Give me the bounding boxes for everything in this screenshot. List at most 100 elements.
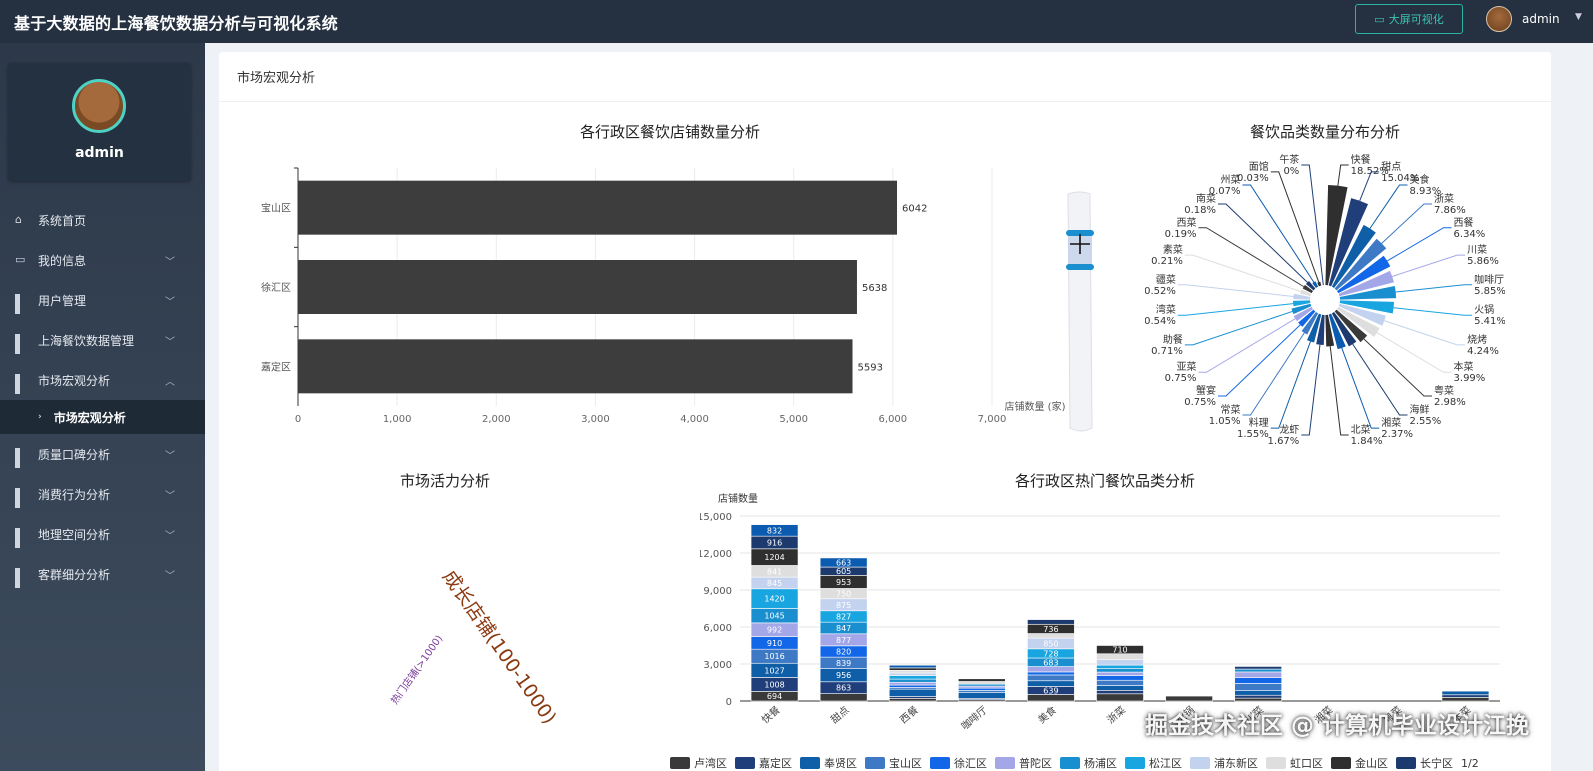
stack-segment — [1027, 666, 1075, 673]
slice-pct-label: 7.86% — [1434, 205, 1466, 216]
legend-item[interactable]: 长宁区 — [1396, 755, 1453, 771]
legend-item[interactable]: 宝山区 — [865, 755, 922, 771]
legend-item[interactable]: 卢湾区 — [670, 755, 727, 771]
sidebar-subitem-market-analysis[interactable]: › 市场宏观分析 — [0, 400, 205, 434]
caret-down-icon[interactable]: ▼ — [1575, 12, 1582, 22]
stack-segment — [1234, 697, 1282, 702]
y-axis-label: 店铺数量 — [718, 492, 758, 505]
bigscreen-button[interactable]: ▭ 大屏可视化 — [1355, 4, 1463, 34]
user-name[interactable]: admin — [1522, 12, 1560, 26]
label-line — [1395, 284, 1473, 293]
legend-swatch — [670, 757, 690, 769]
wordcloud-word-hot: 热门店铺(>1000) — [388, 632, 446, 706]
sidebar-item-my-info[interactable]: ▭ 我的信息 ﹀ — [0, 240, 205, 280]
slice-name-label: 咖啡厅 — [1474, 274, 1504, 286]
stack-segment — [1096, 679, 1144, 686]
label-line — [1177, 303, 1294, 316]
card-icon: ▭ — [15, 253, 26, 266]
zoom-slider[interactable] — [1062, 188, 1102, 438]
legend-swatch — [800, 757, 820, 769]
legend-swatch — [930, 757, 950, 769]
slice-pct-label: 6.34% — [1454, 229, 1486, 240]
sidebar-item-customer-analysis[interactable]: 客群细分分析 ﹀ — [0, 554, 205, 594]
sidebar-menu: ⌂ 系统首页 ▭ 我的信息 ﹀ 用户管理 ﹀ 上海餐饮数据管理 ﹀ 市场宏观分析… — [0, 200, 205, 594]
x-axis-label: 店铺数量 (家) — [1005, 400, 1066, 413]
sidebar-item-label: 质量口碑分析 — [38, 447, 111, 462]
label-line — [1341, 347, 1380, 429]
legend-page-indicator: 1/2 — [1461, 756, 1479, 770]
legend-item[interactable]: 徐汇区 — [930, 755, 987, 771]
profile-avatar — [72, 79, 126, 133]
user-avatar[interactable] — [1486, 6, 1512, 32]
slice-pct-label: 1.67% — [1268, 436, 1300, 447]
category-pie-chart-title: 餐饮品类数量分布分析 — [1249, 123, 1400, 141]
legend-item[interactable]: 金山区 — [1331, 755, 1388, 771]
stack-segment — [819, 693, 868, 702]
label-line — [1218, 324, 1301, 397]
stack-segment — [958, 690, 1006, 693]
stack-segment — [958, 681, 1006, 685]
segment-label: 736 — [1043, 625, 1058, 634]
label-line — [1242, 184, 1315, 283]
segment-label: 832 — [767, 526, 782, 535]
legend-item[interactable]: 奉贤区 — [800, 755, 857, 771]
segment-label: 827 — [836, 612, 851, 621]
stack-segment — [1096, 664, 1144, 669]
legend-item[interactable]: 嘉定区 — [735, 755, 792, 771]
stack-segment — [1096, 690, 1144, 695]
sidebar-item-consumption-analysis[interactable]: 消费行为分析 ﹀ — [0, 474, 205, 514]
data-label: 5593 — [858, 362, 883, 373]
label-line — [1376, 332, 1452, 373]
x-tick-label: 快餐 — [759, 703, 783, 726]
stack-segment — [1027, 674, 1075, 682]
slice-name-label: 西菜 — [1176, 217, 1196, 229]
sidebar-item-data-management[interactable]: 上海餐饮数据管理 ﹀ — [0, 320, 205, 360]
slice-pct-label: 1.84% — [1351, 436, 1383, 447]
segment-label: 847 — [836, 624, 851, 633]
stack-segment — [1234, 668, 1282, 673]
top-bar: 基于大数据的上海餐饮数据分析与可视化系统 ▭ 大屏可视化 admin ▼ — [0, 0, 1593, 43]
slice-name-label: 湾菜 — [1156, 303, 1176, 316]
slice-name-label: 疆菜 — [1156, 274, 1176, 286]
legend-item[interactable]: 普陀区 — [995, 755, 1052, 771]
category-rose-chart: 快餐18.52%甜点15.04%美食8.93%浙菜7.86%西餐6.34%川菜5… — [1145, 153, 1505, 447]
slice-name-label: 料理 — [1249, 416, 1269, 429]
label-line — [1392, 254, 1466, 277]
sidebar: admin ⌂ 系统首页 ▭ 我的信息 ﹀ 用户管理 ﹀ 上海餐饮数据管理 ﹀ … — [0, 43, 205, 771]
sidebar-item-user-management[interactable]: 用户管理 ﹀ — [0, 280, 205, 320]
chevron-down-icon: ﹀ — [165, 530, 175, 542]
slice-name-label: 面馆 — [1249, 160, 1269, 173]
slice-name-label: 助餐 — [1163, 333, 1183, 346]
slice-pct-label: 2.98% — [1434, 397, 1466, 408]
sidebar-item-market-analysis[interactable]: 市场宏观分析 ︿ — [0, 360, 205, 400]
wordcloud-word-growth: 成长店铺(100-1000) — [438, 566, 561, 728]
bar — [298, 339, 853, 394]
stack-segment — [888, 667, 937, 671]
slice-name-label: 亚菜 — [1176, 361, 1196, 373]
legend-item[interactable]: 虹口区 — [1266, 755, 1323, 771]
segment-label: 875 — [836, 601, 851, 610]
label-line — [1393, 307, 1473, 316]
legend-label: 普陀区 — [1019, 757, 1052, 770]
segment-label: 956 — [836, 671, 851, 680]
sidebar-item-home[interactable]: ⌂ 系统首页 — [0, 200, 205, 240]
grid-icon — [15, 488, 27, 508]
y-tick-label: 徐汇区 — [261, 281, 291, 294]
slice-pct-label: 0.75% — [1165, 373, 1197, 384]
y-tick-label: 3,000 — [703, 660, 732, 671]
legend-item[interactable]: 松江区 — [1125, 755, 1182, 771]
stack-segment — [888, 688, 937, 697]
legend-label: 奉贤区 — [824, 757, 857, 770]
sidebar-item-quality-analysis[interactable]: 质量口碑分析 ﹀ — [0, 434, 205, 474]
grid-icon — [15, 568, 27, 588]
profile-name: admin — [75, 145, 124, 161]
sidebar-item-geo-analysis[interactable]: 地理空间分析 ﹀ — [0, 514, 205, 554]
legend-item[interactable]: 杨浦区 — [1060, 755, 1117, 771]
legend-item[interactable]: 浦东新区 — [1190, 755, 1258, 771]
stack-segment — [1441, 694, 1490, 698]
bigscreen-button-label: 大屏可视化 — [1388, 13, 1444, 26]
segment-label: 863 — [836, 684, 851, 693]
label-line — [1177, 284, 1294, 297]
x-tick-label: 2,000 — [482, 414, 511, 425]
x-tick-label: 咖啡厅 — [959, 704, 990, 732]
